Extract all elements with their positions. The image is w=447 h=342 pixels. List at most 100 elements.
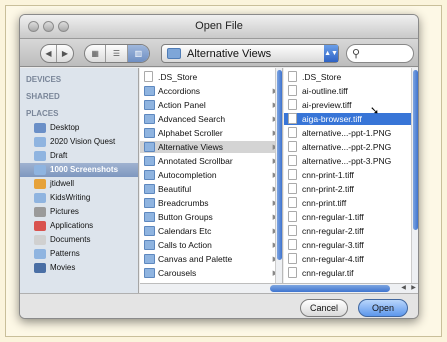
list-item[interactable]: Action Panel▶: [140, 99, 282, 111]
forward-arrow-icon[interactable]: ▶: [57, 45, 73, 62]
sidebar-item[interactable]: KidsWriting: [20, 191, 138, 205]
sidebar-heading-devices[interactable]: DEVICES: [26, 75, 61, 84]
sidebar-item-label: Movies: [50, 263, 76, 272]
list-item[interactable]: cnn-regular.tif: [284, 267, 418, 279]
list-item[interactable]: cnn-regular-4.tiff: [284, 253, 418, 265]
folder-icon: [144, 156, 155, 166]
list-item-label: Alphabet Scroller: [158, 128, 223, 138]
list-item[interactable]: Button Groups▶: [140, 211, 282, 223]
folder-icon: [144, 254, 155, 264]
list-item[interactable]: Autocompletion▶: [140, 169, 282, 181]
list-item[interactable]: cnn-print-2.tiff: [284, 183, 418, 195]
list-item[interactable]: Accordions▶: [140, 85, 282, 97]
list-item[interactable]: ai-preview.tiff: [284, 99, 418, 111]
list-item[interactable]: Carousels▶: [140, 267, 282, 279]
sidebar-item[interactable]: 2020 Vision Quest: [20, 135, 138, 149]
list-item-label: Breadcrumbs: [158, 198, 209, 208]
list-item[interactable]: Beautiful▶: [140, 183, 282, 195]
path-popup[interactable]: Alternative Views ▲▼: [161, 44, 339, 63]
list-item-label: cnn-regular-2.tiff: [302, 226, 364, 236]
sidebar-item[interactable]: Documents: [20, 233, 138, 247]
list-item[interactable]: ai-outline.tiff: [284, 85, 418, 97]
document-icon: [288, 169, 297, 180]
folder-icon: [34, 165, 46, 175]
list-item-label: aiga-browser.tiff: [302, 114, 362, 124]
list-item-label: cnn-print.tiff: [302, 198, 347, 208]
cancel-button[interactable]: Cancel: [300, 299, 348, 317]
list-item[interactable]: Canvas and Palette▶: [140, 253, 282, 265]
file-column-2: .DS_Store ai-outline.tiff ai-preview.tiff a…: [284, 68, 418, 283]
folder-icon: [144, 240, 155, 250]
list-item-label: Alternative Views: [158, 142, 224, 152]
sidebar-item[interactable]: Draft: [20, 149, 138, 163]
column-1-scroll-thumb[interactable]: [277, 70, 282, 260]
column-1-scrollbar[interactable]: [275, 68, 282, 283]
folder-icon: [34, 235, 46, 245]
list-item[interactable]: .DS_Store: [284, 71, 418, 83]
list-item[interactable]: Advanced Search▶: [140, 113, 282, 125]
list-view-icon[interactable]: ☰: [106, 45, 128, 62]
list-item[interactable]: alternative...-ppt-3.PNG: [284, 155, 418, 167]
search-input[interactable]: ⚲: [346, 44, 414, 63]
list-item[interactable]: alternative...-ppt-1.PNG: [284, 127, 418, 139]
list-item[interactable]: cnn-print-1.tiff: [284, 169, 418, 181]
list-item-label: Autocompletion: [158, 170, 217, 180]
list-item[interactable]: alternative...-ppt-2.PNG: [284, 141, 418, 153]
scroll-left-icon[interactable]: ◀: [399, 284, 408, 293]
list-item-label: Advanced Search: [158, 114, 226, 124]
back-forward-control: ◀ ▶: [40, 44, 74, 63]
document-icon: [144, 71, 153, 82]
sidebar-heading-places[interactable]: PLACES: [26, 109, 58, 118]
open-button[interactable]: Open: [358, 299, 408, 317]
list-item[interactable]: cnn-print.tiff: [284, 197, 418, 209]
folder-icon: [144, 86, 155, 96]
list-item[interactable]: aiga-browser.tiff: [284, 113, 418, 125]
folder-icon: [144, 170, 155, 180]
sidebar-item[interactable]: Pictures: [20, 205, 138, 219]
folder-icon: [144, 184, 155, 194]
sidebar-item-label: Patterns: [50, 249, 80, 258]
list-item[interactable]: Annotated Scrollbar▶: [140, 155, 282, 167]
list-item-label: Carousels: [158, 268, 197, 278]
window-title: Open File: [195, 20, 243, 32]
list-item-label: Annotated Scrollbar: [158, 156, 233, 166]
folder-icon: [144, 226, 155, 236]
list-item-label: ai-outline.tiff: [302, 86, 348, 96]
document-icon: [288, 99, 297, 110]
column-2-scroll-thumb[interactable]: [413, 70, 418, 230]
sidebar-item[interactable]: jtidwell: [20, 177, 138, 191]
folder-icon: [34, 263, 46, 273]
sidebar-item[interactable]: Patterns: [20, 247, 138, 261]
file-column-1: .DS_Store Accordions▶ Action Panel▶ Advance…: [140, 68, 283, 283]
column-2-scrollbar[interactable]: [411, 68, 418, 283]
folder-icon: [144, 142, 155, 152]
folder-icon: [144, 100, 155, 110]
title-bar: Open File: [20, 15, 418, 39]
sidebar-item-label: jtidwell: [50, 179, 75, 188]
sidebar-item[interactable]: Applications: [20, 219, 138, 233]
list-item[interactable]: Calendars Etc▶: [140, 225, 282, 237]
sidebar-item[interactable]: Desktop: [20, 121, 138, 135]
list-item[interactable]: cnn-regular-1.tiff: [284, 211, 418, 223]
sidebar-item[interactable]: 1000 Screenshots: [20, 163, 138, 177]
column-view-icon[interactable]: ▥: [127, 45, 149, 62]
icon-view-icon[interactable]: ▦: [85, 45, 107, 62]
back-arrow-icon[interactable]: ◀: [41, 45, 57, 62]
list-item-label: alternative...-ppt-3.PNG: [302, 156, 392, 166]
sidebar-item[interactable]: Movies: [20, 261, 138, 275]
folder-icon: [34, 151, 46, 161]
sidebar-heading-shared[interactable]: SHARED: [26, 92, 60, 101]
horizontal-scrollbar[interactable]: ◀ ▶: [140, 283, 418, 293]
list-item-label: .DS_Store: [158, 72, 198, 82]
list-item-label: Button Groups: [158, 212, 213, 222]
scroll-right-icon[interactable]: ▶: [409, 284, 418, 293]
list-item[interactable]: Breadcrumbs▶: [140, 197, 282, 209]
search-icon: ⚲: [352, 48, 361, 60]
list-item[interactable]: cnn-regular-3.tiff: [284, 239, 418, 251]
list-item[interactable]: Alphabet Scroller▶: [140, 127, 282, 139]
list-item[interactable]: .DS_Store: [140, 71, 282, 83]
list-item[interactable]: Calls to Action▶: [140, 239, 282, 251]
list-item[interactable]: Alternative Views▶: [140, 141, 282, 153]
list-item[interactable]: cnn-regular-2.tiff: [284, 225, 418, 237]
horizontal-scroll-thumb[interactable]: [270, 285, 390, 292]
